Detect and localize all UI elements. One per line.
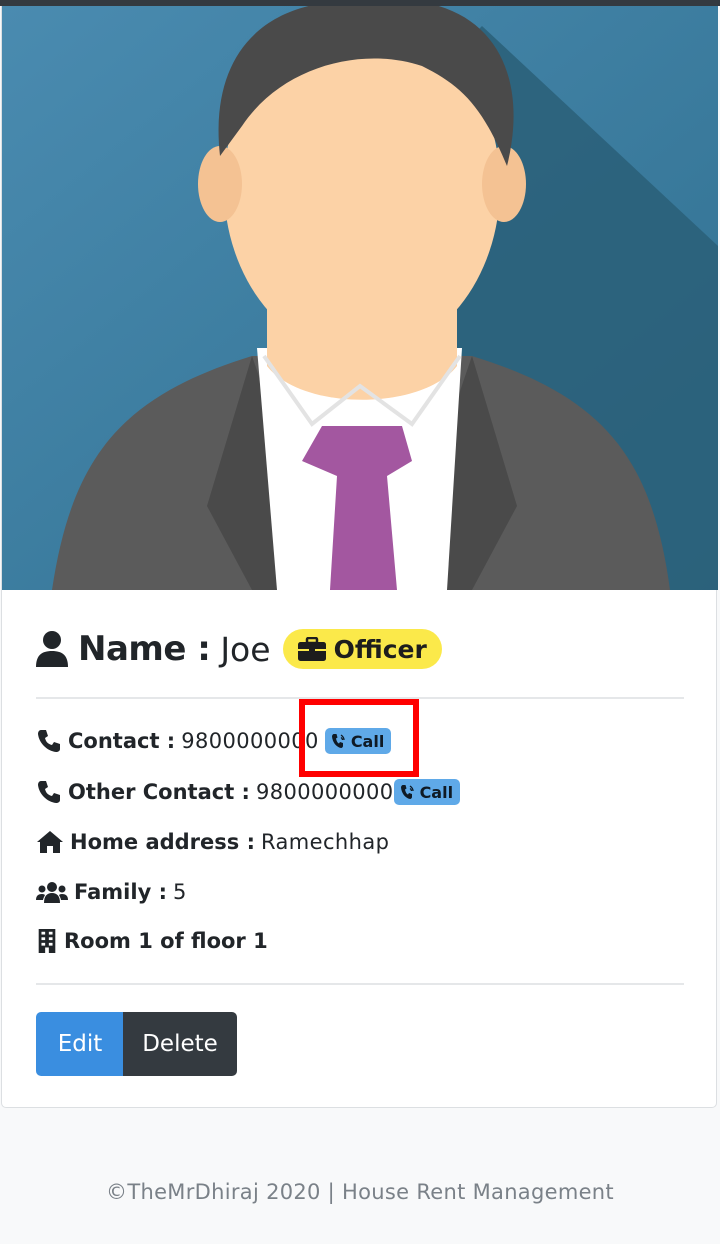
room-row: Room 1 of floor 1 (36, 924, 268, 958)
other-contact-value: 9800000000 (255, 780, 394, 804)
name-heading: Name : Joe Officer (36, 624, 442, 674)
other-contact-label: Other Contact : (68, 780, 250, 804)
room-info: Room 1 of floor 1 (64, 929, 268, 953)
call-other-contact-button[interactable]: Call (393, 779, 461, 805)
call-label: Call (419, 782, 454, 802)
footer-text: ©TheMrDhiraj 2020 | House Rent Managemen… (106, 1180, 614, 1204)
divider (36, 983, 684, 985)
home-address-row: Home address : Ramechhap (36, 825, 389, 859)
home-address-label: Home address : (70, 830, 255, 854)
user-icon (36, 631, 68, 667)
name-label: Name : (78, 629, 211, 669)
delete-button[interactable]: Delete (123, 1012, 237, 1076)
home-address-value: Ramechhap (260, 830, 390, 854)
edit-button[interactable]: Edit (36, 1012, 124, 1076)
other-contact-row: Other Contact : 9800000000 Call (36, 775, 461, 809)
tenant-name: Joe (220, 629, 271, 669)
building-icon (38, 929, 56, 953)
phone-volume-icon (400, 785, 414, 799)
family-value: 5 (172, 880, 187, 904)
briefcase-icon (297, 637, 326, 661)
role-badge: Officer (282, 629, 442, 669)
highlight-box (299, 699, 419, 777)
role-label: Officer (333, 634, 427, 664)
avatar (2, 6, 718, 590)
users-icon (36, 882, 68, 903)
home-icon (37, 831, 63, 853)
family-label: Family : (74, 880, 167, 904)
family-row: Family : 5 (36, 875, 187, 909)
phone-icon (38, 730, 60, 752)
phone-icon (38, 781, 60, 803)
contact-label: Contact : (68, 729, 176, 753)
